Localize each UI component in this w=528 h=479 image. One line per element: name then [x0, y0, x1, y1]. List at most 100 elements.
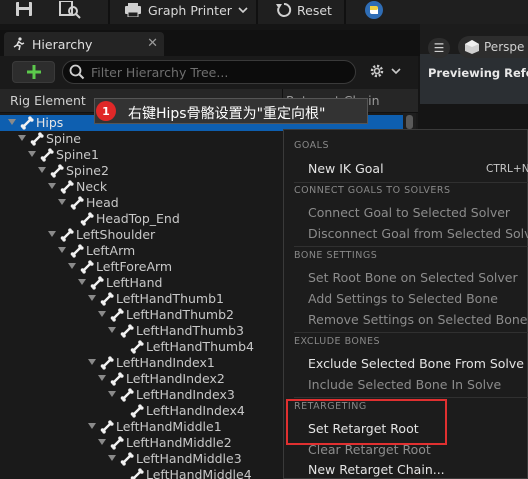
- bone-icon: [130, 404, 144, 418]
- graph-printer-button[interactable]: Graph Printer: [124, 0, 249, 20]
- bone-icon: [60, 228, 74, 242]
- column-rig-element[interactable]: Rig Element: [10, 93, 86, 108]
- bone-icon: [30, 132, 44, 146]
- tree-row-label: LeftHandThumb2: [126, 307, 234, 322]
- bone-icon: [50, 164, 64, 178]
- expand-arrow-icon[interactable]: [88, 295, 96, 301]
- tree-row-label: LeftHandMiddle3: [136, 451, 242, 466]
- add-element-button[interactable]: [12, 61, 55, 83]
- menu-item-exclude-bone[interactable]: Exclude Selected Bone From Solve: [308, 356, 524, 371]
- expand-arrow-icon[interactable]: [98, 375, 106, 381]
- bone-icon: [100, 292, 114, 306]
- expand-arrow-icon[interactable]: [88, 423, 96, 429]
- annotation-text: 右键Hips骨骼设置为"重定向根": [128, 106, 326, 122]
- bone-icon: [120, 388, 134, 402]
- tree-row-label: HeadTop_End: [96, 211, 180, 226]
- menu-separator: [294, 332, 528, 333]
- tree-row-label: Spine1: [56, 147, 99, 162]
- bone-icon: [110, 436, 124, 450]
- perspective-button[interactable]: Perspe: [458, 36, 528, 58]
- tree-row-label: LeftHandIndex1: [116, 355, 215, 370]
- search-input[interactable]: Filter Hierarchy Tree...: [62, 60, 356, 84]
- save-icon[interactable]: [14, 0, 34, 20]
- reset-icon: [276, 2, 292, 17]
- find-in-content-icon[interactable]: [58, 0, 82, 20]
- tree-row-label: Hips: [36, 115, 64, 130]
- expand-arrow-icon[interactable]: [88, 359, 96, 365]
- expand-arrow-icon[interactable]: [48, 183, 56, 189]
- bone-icon: [110, 308, 124, 322]
- expand-arrow-icon[interactable]: [98, 439, 106, 445]
- settings-dropdown[interactable]: [368, 62, 402, 80]
- bone-icon: [100, 356, 114, 370]
- tree-row-label: LeftHandThumb3: [136, 323, 244, 338]
- expand-arrow-icon[interactable]: [108, 391, 116, 397]
- expand-arrow-icon[interactable]: [18, 135, 26, 141]
- bone-icon: [20, 116, 34, 130]
- expand-arrow-icon[interactable]: [38, 167, 46, 173]
- expand-arrow-icon[interactable]: [28, 151, 36, 157]
- expand-arrow-icon[interactable]: [78, 279, 86, 285]
- previewing-text: Previewing Refer: [428, 66, 528, 80]
- toolbar-separator: [256, 0, 258, 24]
- expand-arrow-icon[interactable]: [108, 455, 116, 461]
- menu-item-connect-goal[interactable]: Connect Goal to Selected Solver: [308, 205, 510, 220]
- expand-arrow-icon[interactable]: [58, 199, 66, 205]
- search-placeholder: Filter Hierarchy Tree...: [91, 64, 229, 80]
- tree-row-label: Spine2: [66, 163, 109, 178]
- toolbar-separator: [108, 0, 110, 24]
- bone-icon: [110, 372, 124, 386]
- tree-row-label: LeftHandIndex2: [126, 371, 225, 386]
- bone-icon: [40, 148, 54, 162]
- tree-row-label: LeftHandThumb1: [116, 291, 224, 306]
- tree-row-label: LeftHandIndex4: [146, 403, 245, 418]
- bone-icon: [70, 196, 84, 210]
- tree-row-label: LeftHandIndex3: [136, 387, 235, 402]
- expand-arrow-icon[interactable]: [68, 263, 76, 269]
- tree-row-label: LeftArm: [86, 243, 136, 258]
- main-toolbar: Graph Printer Reset: [0, 0, 528, 24]
- tree-row-label: LeftHandMiddle1: [116, 419, 222, 434]
- menu-item-include-bone[interactable]: Include Selected Bone In Solve: [308, 377, 501, 392]
- viewport-menu-button[interactable]: ☰: [428, 38, 450, 58]
- menu-item-disconnect-goal[interactable]: Disconnect Goal from Selected Solver: [308, 226, 528, 241]
- bone-icon: [70, 244, 84, 258]
- python-icon[interactable]: [364, 0, 384, 20]
- graph-printer-label: Graph Printer: [148, 2, 232, 18]
- reset-button[interactable]: Reset: [276, 0, 332, 20]
- bone-icon: [100, 420, 114, 434]
- menu-section-bone-settings: BONE SETTINGS: [294, 250, 378, 261]
- expand-arrow-icon[interactable]: [108, 327, 116, 333]
- bone-icon: [130, 340, 144, 354]
- menu-separator: [294, 182, 528, 183]
- tree-row-label: LeftHandThumb4: [146, 339, 254, 354]
- menu-item-add-settings[interactable]: Add Settings to Selected Bone: [308, 291, 498, 306]
- running-figure-icon: [13, 37, 25, 51]
- expand-arrow-icon[interactable]: [98, 311, 106, 317]
- menu-item-new-retarget-chain[interactable]: New Retarget Chain...: [308, 462, 445, 477]
- chevron-down-icon: [238, 7, 248, 14]
- expand-arrow-icon[interactable]: [48, 231, 56, 237]
- bone-icon: [130, 468, 144, 479]
- shortcut-label: CTRL+N: [486, 163, 528, 175]
- menu-item-set-root-bone[interactable]: Set Root Bone on Selected Solver: [308, 270, 518, 285]
- menu-item-remove-settings[interactable]: Remove Settings on Selected Bone: [308, 312, 527, 327]
- tree-row-label: LeftHandMiddle2: [126, 435, 232, 450]
- highlight-box: [286, 399, 447, 445]
- tab-label: Hierarchy: [32, 36, 93, 52]
- menu-separator: [294, 246, 528, 247]
- expand-arrow-icon[interactable]: [58, 247, 66, 253]
- close-icon[interactable]: ✕: [147, 36, 158, 51]
- perspective-label: Perspe: [484, 40, 525, 54]
- toolbar-separator: [344, 0, 346, 24]
- gear-icon: [370, 64, 384, 78]
- hamburger-icon: ☰: [433, 41, 445, 55]
- menu-separator: [294, 397, 528, 398]
- search-icon: [69, 64, 85, 80]
- menu-item-new-ik-goal[interactable]: New IK Goal: [308, 161, 384, 176]
- scrollbar-thumb[interactable]: [406, 115, 413, 129]
- chevron-down-icon: [391, 68, 401, 75]
- tab-hierarchy[interactable]: Hierarchy ✕: [4, 32, 164, 56]
- expand-arrow-icon[interactable]: [8, 119, 16, 125]
- bone-icon: [120, 452, 134, 466]
